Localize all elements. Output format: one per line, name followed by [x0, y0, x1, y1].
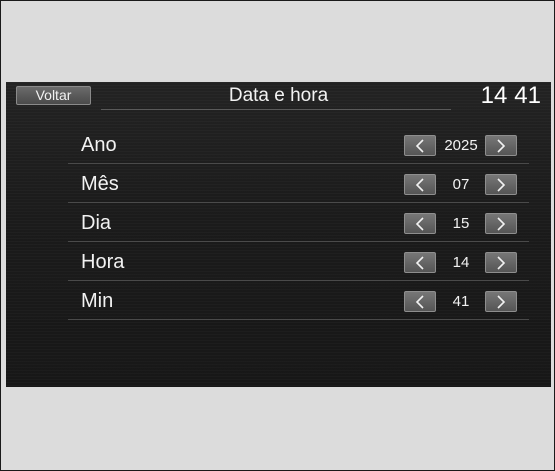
device-frame: Voltar Data e hora 1441 Ano 2025 Mês 07: [0, 0, 555, 471]
increase-minute-button[interactable]: [485, 291, 517, 312]
setting-row-month: Mês 07: [68, 164, 529, 203]
row-label: Mês: [81, 173, 119, 195]
chevron-right-icon: [497, 139, 506, 153]
chevron-left-icon: [415, 178, 424, 192]
clock-minutes: 41: [514, 82, 541, 109]
decrease-year-button[interactable]: [404, 135, 436, 156]
decrease-month-button[interactable]: [404, 174, 436, 195]
minute-value: 41: [452, 293, 470, 310]
row-label: Dia: [81, 212, 112, 234]
setting-row-minute: Min 41: [68, 281, 529, 320]
increase-hour-button[interactable]: [485, 252, 517, 273]
date-time-screen: Voltar Data e hora 1441 Ano 2025 Mês 07: [6, 82, 551, 387]
hour-value: 14: [452, 254, 470, 271]
day-value: 15: [452, 215, 470, 232]
row-label: Hora: [81, 251, 125, 273]
chevron-left-icon: [415, 217, 424, 231]
chevron-right-icon: [497, 256, 506, 270]
clock-hours: 14: [480, 82, 508, 109]
increase-day-button[interactable]: [485, 213, 517, 234]
header-divider: [101, 109, 451, 110]
row-label: Min: [81, 290, 114, 312]
chevron-right-icon: [497, 295, 506, 309]
month-value: 07: [452, 176, 470, 193]
decrease-day-button[interactable]: [404, 213, 436, 234]
year-value: 2025: [444, 137, 478, 154]
increase-year-button[interactable]: [485, 135, 517, 156]
chevron-left-icon: [415, 139, 424, 153]
increase-month-button[interactable]: [485, 174, 517, 195]
page-title: Data e hora: [228, 85, 329, 106]
setting-row-hour: Hora 14: [68, 242, 529, 281]
row-label: Ano: [81, 134, 117, 156]
setting-row-day: Dia 15: [68, 203, 529, 242]
chevron-left-icon: [415, 295, 424, 309]
chevron-left-icon: [415, 256, 424, 270]
decrease-hour-button[interactable]: [404, 252, 436, 273]
chevron-right-icon: [497, 217, 506, 231]
clock: 14 41: [481, 83, 541, 109]
chevron-right-icon: [497, 178, 506, 192]
setting-row-year: Ano 2025: [68, 125, 529, 164]
decrease-minute-button[interactable]: [404, 291, 436, 312]
